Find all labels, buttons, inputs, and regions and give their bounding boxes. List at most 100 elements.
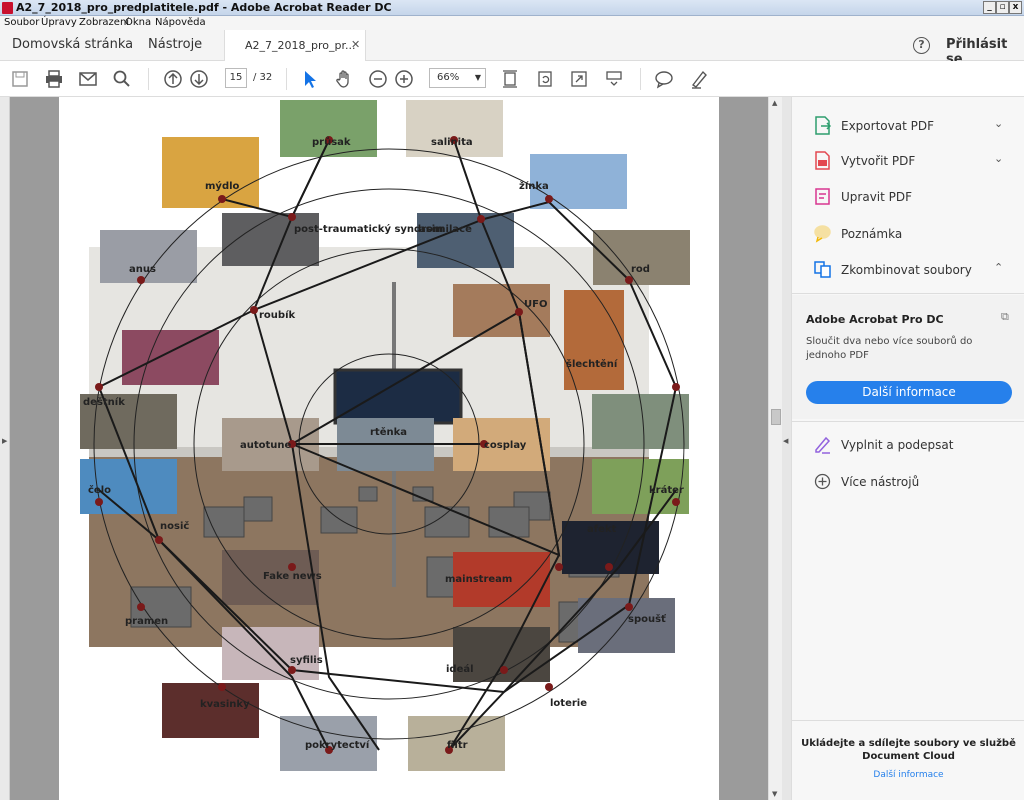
- scroll-mode-icon[interactable]: [500, 69, 520, 89]
- label-anus: anus: [129, 264, 156, 275]
- help-icon[interactable]: ?: [913, 37, 930, 54]
- zoom-out-icon[interactable]: [368, 69, 388, 89]
- label-pokrytectvi: pokrytectví: [305, 739, 370, 751]
- tool-label: Více nástrojů: [841, 475, 920, 489]
- tool-label: Vyplnit a podepsat: [841, 438, 954, 452]
- vertical-scrollbar[interactable]: ▲ ▼: [768, 97, 782, 800]
- menu-zobrazeni[interactable]: Zobrazení: [79, 17, 129, 28]
- menu-upravy[interactable]: Úpravy: [41, 17, 77, 28]
- search-icon[interactable]: [112, 69, 132, 89]
- tool-label: Vytvořit PDF: [841, 154, 916, 168]
- tool-label: Exportovat PDF: [841, 119, 934, 133]
- tab-home[interactable]: Domovská stránka: [12, 37, 133, 52]
- tool-more-tools[interactable]: Více nástrojů: [792, 467, 1024, 497]
- tool-combine-files[interactable]: Zkombinovat soubory ⌃: [792, 255, 1024, 285]
- page-total: / 32: [253, 72, 273, 83]
- scroll-down-icon[interactable]: ▼: [772, 790, 777, 798]
- tab-tools[interactable]: Nástroje: [148, 37, 202, 52]
- menu-napoveda[interactable]: Nápověda: [155, 17, 206, 28]
- combine-files-icon: [814, 261, 831, 278]
- label-asimilace: asimilace: [419, 224, 472, 235]
- label-slechteni: šlechtění: [566, 358, 618, 370]
- tool-label: Zkombinovat soubory: [841, 263, 972, 277]
- hand-tool-icon[interactable]: [334, 69, 354, 89]
- label-celo: čelo: [88, 484, 111, 496]
- panel-divider[interactable]: ◀: [782, 97, 791, 800]
- label-kvasinky: kvasinky: [200, 699, 250, 710]
- minimize-button[interactable]: _: [983, 1, 996, 14]
- window-title: A2_7_2018_pro_predplatitele.pdf - Adobe …: [16, 1, 392, 14]
- highlight-pen-icon[interactable]: [689, 69, 709, 89]
- comment-icon[interactable]: [654, 69, 674, 89]
- close-button[interactable]: x: [1009, 1, 1022, 14]
- chevron-down-icon[interactable]: ⌄: [994, 117, 1003, 130]
- plus-circle-icon: [814, 473, 831, 490]
- email-icon[interactable]: [78, 69, 98, 89]
- next-page-icon[interactable]: [189, 69, 209, 89]
- read-mode-icon[interactable]: [604, 69, 624, 89]
- title-bar: A2_7_2018_pro_predplatitele.pdf - Adobe …: [0, 0, 1024, 16]
- label-pramen: pramen: [125, 616, 168, 627]
- close-tab-icon[interactable]: ✕: [351, 38, 360, 51]
- tool-label: Poznámka: [841, 227, 903, 241]
- chevron-down-icon[interactable]: ⌄: [994, 152, 1003, 165]
- full-screen-icon[interactable]: [569, 69, 589, 89]
- tool-edit-pdf[interactable]: Upravit PDF: [792, 182, 1024, 212]
- tool-comment[interactable]: Poznámka: [792, 219, 1024, 249]
- print-icon[interactable]: [44, 69, 64, 89]
- mindmap-artwork: průsak salinita mýdlo žínka post-traumat…: [80, 100, 690, 771]
- label-destnik: deštník: [83, 396, 125, 408]
- copy-icon[interactable]: ⧉: [1001, 310, 1009, 324]
- chevron-up-icon[interactable]: ⌃: [994, 261, 1003, 274]
- label-loterie: loterie: [550, 698, 587, 709]
- tab-document-label: A2_7_2018_pro_pr...: [245, 39, 356, 52]
- toolbar-divider: [148, 68, 149, 90]
- page-number-input[interactable]: 15: [225, 68, 247, 88]
- tool-create-pdf[interactable]: Vytvořit PDF ⌄: [792, 146, 1024, 176]
- chevron-down-icon: ▼: [474, 73, 481, 82]
- label-afekt: afekt: [587, 524, 617, 535]
- toolbar: 15 / 32 66% ▼: [0, 61, 1024, 97]
- tab-bar: Domovská stránka Nástroje A2_7_2018_pro_…: [0, 30, 1024, 61]
- scrollbar-thumb[interactable]: [771, 409, 781, 425]
- left-panel-collapse[interactable]: ▶: [0, 97, 10, 800]
- zoom-in-icon[interactable]: [394, 69, 414, 89]
- tool-fill-sign[interactable]: Vyplnit a podepsat: [792, 430, 1024, 460]
- acrobat-icon: [2, 2, 13, 14]
- previous-page-icon[interactable]: [163, 69, 183, 89]
- acrobat-pro-promo: Adobe Acrobat Pro DC ⧉ Sloučit dva nebo …: [792, 295, 1024, 419]
- label-post-traumaticky-syndrom: žínka: [519, 180, 549, 192]
- label-mainstream: mainstream: [445, 574, 512, 585]
- document-cloud-text: Ukládejte a sdílejte soubory ve službě D…: [801, 738, 1016, 762]
- promo-title: Adobe Acrobat Pro DC: [806, 313, 944, 326]
- label-rtenka: rtěnka: [370, 426, 407, 438]
- label-mydlo: mýdlo: [205, 180, 240, 192]
- toolbar-divider: [640, 68, 641, 90]
- save-icon[interactable]: [10, 69, 30, 89]
- zoom-value: 66%: [437, 72, 460, 83]
- label-prusak: průsak: [312, 135, 351, 148]
- tab-document[interactable]: A2_7_2018_pro_pr... ✕: [224, 30, 366, 61]
- label-spoust: spoušť: [628, 613, 667, 625]
- menu-okna[interactable]: Okna: [125, 17, 151, 28]
- label-salinita: salinita: [431, 137, 473, 148]
- create-pdf-icon: [815, 151, 830, 170]
- tool-export-pdf[interactable]: Exportovat PDF ⌄: [792, 111, 1024, 141]
- zoom-select[interactable]: 66% ▼: [429, 68, 486, 88]
- pdf-page: průsak salinita mýdlo žínka post-traumat…: [59, 97, 719, 800]
- promo-description: Sloučit dva nebo více souborů do jednoho…: [806, 336, 973, 361]
- select-cursor-icon[interactable]: [300, 69, 320, 89]
- comment-icon: [814, 225, 831, 243]
- gallery-screen: [333, 368, 463, 425]
- tool-label: Upravit PDF: [841, 190, 913, 204]
- learn-more-button[interactable]: Další informace: [806, 381, 1012, 404]
- fill-sign-icon: [815, 436, 831, 454]
- scroll-up-icon[interactable]: ▲: [772, 99, 777, 107]
- maximize-button[interactable]: ▫: [996, 1, 1009, 14]
- menu-soubor[interactable]: Soubor: [4, 17, 39, 28]
- export-pdf-icon: [815, 116, 831, 135]
- cloud-learn-more-link[interactable]: Další informace: [792, 770, 1024, 780]
- rotate-page-icon[interactable]: [535, 69, 555, 89]
- divider: [792, 720, 1024, 721]
- label-nosic: nosič: [160, 520, 189, 532]
